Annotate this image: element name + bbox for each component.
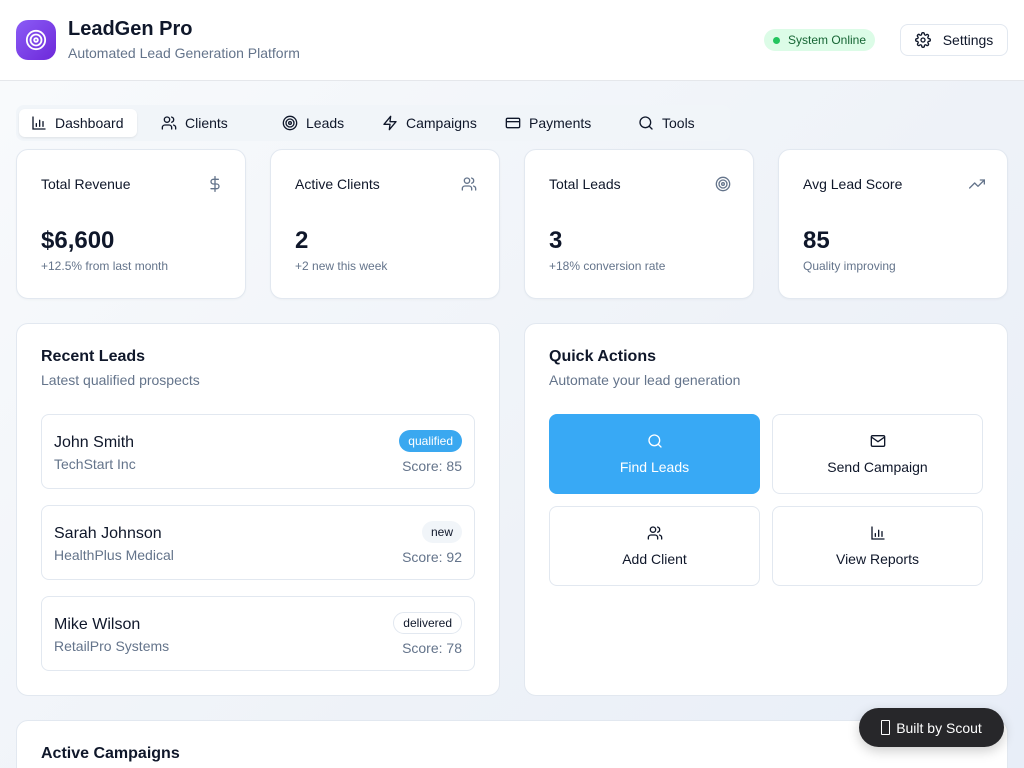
stat-subtext: +12.5% from last month [41,259,169,273]
tab-campaigns[interactable]: Campaigns [382,109,477,137]
button-label: Send Campaign [827,459,928,475]
panel-subtitle: Automate your lead generation [549,372,741,388]
users-icon [461,177,477,191]
stat-card-clients: Active Clients 2 +2 new this week [270,149,500,299]
scout-label: Built by Scout [896,719,982,736]
gear-icon [914,32,931,48]
app-title: LeadGen Pro [68,18,193,40]
panel-title: Quick Actions [549,348,656,365]
tab-payments[interactable]: Payments [505,109,591,137]
lead-row[interactable]: John Smith TechStart Inc qualified Score… [41,414,475,489]
lead-row[interactable]: Sarah Johnson HealthPlus Medical new Sco… [41,505,475,580]
stat-value: 2 [295,227,309,254]
stat-subtext: Quality improving [803,259,896,273]
lead-name: Sarah Johnson [54,525,162,542]
bar-chart-icon [32,116,46,130]
dollar-icon [210,176,220,192]
app-logo [16,20,56,60]
tab-tools[interactable]: Tools [638,109,695,137]
tab-clients[interactable]: Clients [161,109,228,137]
lead-name: John Smith [54,434,135,451]
stat-card-revenue: Total Revenue $6,600 +12.5% from last mo… [16,149,246,299]
app-header: LeadGen Pro Automated Lead Generation Pl… [0,0,1024,81]
lead-name: Mike Wilson [54,616,141,633]
app-subtitle: Automated Lead Generation Platform [68,45,300,61]
lead-row[interactable]: Mike Wilson RetailPro Systems delivered … [41,596,475,671]
add-client-button[interactable]: Add Client [549,506,760,586]
status-badge: System Online [764,29,876,51]
status-badge: qualified [399,430,462,452]
tab-label: Dashboard [55,115,124,131]
stat-value: 85 [803,227,830,254]
zap-icon [383,115,397,131]
panel-title: Active Campaigns [41,745,180,762]
lead-company: TechStart Inc [54,456,136,472]
bar-chart-icon [870,526,885,540]
status-badge: new [421,521,462,543]
tab-leads[interactable]: Leads [282,109,344,137]
tab-label: Campaigns [406,115,477,131]
lead-score: Score: 92 [402,549,462,565]
stat-title: Active Clients [295,176,380,192]
view-reports-button[interactable]: View Reports [772,506,983,586]
panel-title: Recent Leads [41,348,146,365]
scout-icon [881,720,891,735]
target-icon [715,176,731,192]
stat-card-score: Avg Lead Score 85 Quality improving [778,149,1008,299]
search-icon [639,116,653,130]
search-icon [647,434,662,448]
nav-tabs: Dashboard Clients Leads Campaigns Paymen… [16,105,730,141]
tab-label: Clients [185,115,228,131]
recent-leads-panel: Recent Leads Latest qualified prospects … [16,323,500,696]
tab-label: Tools [662,115,695,131]
send-campaign-button[interactable]: Send Campaign [772,414,983,494]
button-label: Add Client [622,551,687,567]
lead-company: HealthPlus Medical [54,547,174,563]
users-icon [647,526,662,540]
stat-subtext: +18% conversion rate [549,259,666,273]
tab-dashboard[interactable]: Dashboard [19,109,137,137]
tab-label: Payments [529,115,592,131]
status-label: System Online [788,33,867,47]
settings-label: Settings [942,32,994,48]
lead-company: RetailPro Systems [54,638,170,654]
target-icon [282,115,298,131]
built-by-scout-button[interactable]: Built by Scout [859,708,1004,747]
settings-button[interactable]: Settings [900,24,1008,56]
stat-title: Total Leads [549,176,621,192]
button-label: View Reports [835,551,919,567]
stat-card-leads: Total Leads 3 +18% conversion rate [524,149,754,299]
tab-label: Leads [306,115,345,131]
stat-title: Avg Lead Score [803,176,903,192]
status-badge: delivered [393,612,462,634]
target-icon [25,29,47,51]
panel-subtitle: Latest qualified prospects [41,372,200,388]
button-label: Find Leads [619,459,690,475]
credit-card-icon [505,117,521,129]
trending-up-icon [969,179,985,189]
stat-value: 3 [549,227,563,254]
mail-icon [870,435,885,447]
users-icon [161,116,177,130]
lead-score: Score: 85 [402,458,462,474]
status-dot-icon [773,36,780,44]
stat-subtext: +2 new this week [295,259,388,273]
stat-value: $6,600 [41,227,115,254]
lead-score: Score: 78 [402,640,462,656]
quick-actions-panel: Quick Actions Automate your lead generat… [524,323,1008,696]
stat-title: Total Revenue [41,176,131,192]
find-leads-button[interactable]: Find Leads [549,414,760,494]
